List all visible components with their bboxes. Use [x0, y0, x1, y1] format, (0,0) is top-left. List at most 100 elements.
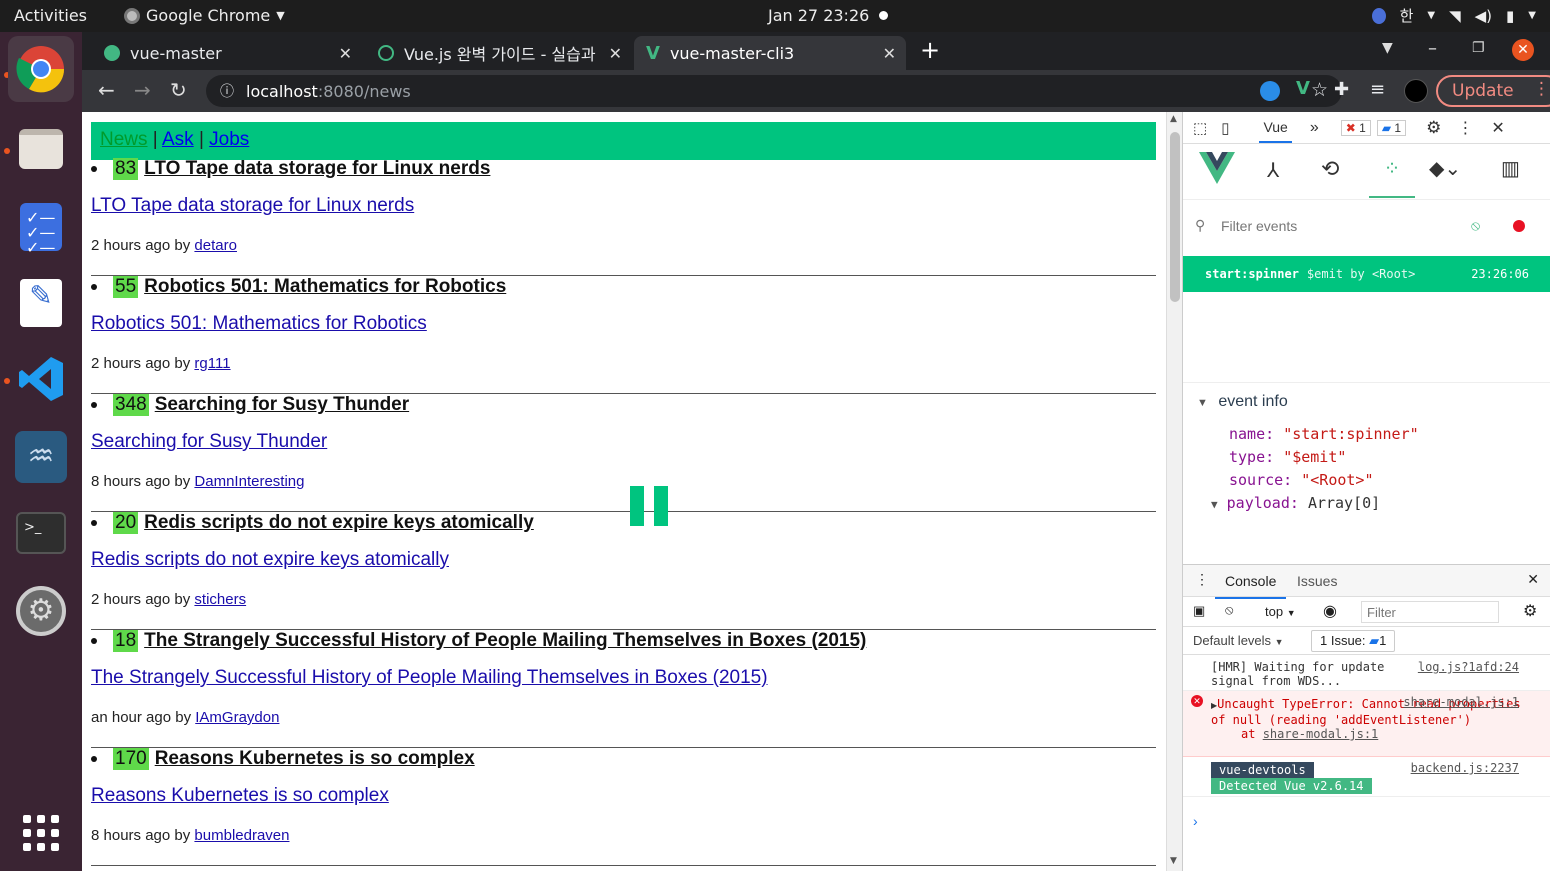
- system-tray[interactable]: 한 ▼ ◥ ◀) ▮ ▼: [1371, 5, 1536, 26]
- item-title-link[interactable]: LTO Tape data storage for Linux nerds: [144, 158, 490, 180]
- context-select[interactable]: top ▼: [1265, 604, 1296, 619]
- events-icon[interactable]: ⁘: [1369, 156, 1415, 198]
- extension-blue-icon[interactable]: [1260, 81, 1280, 101]
- scrollbar-thumb[interactable]: [1170, 132, 1180, 302]
- clear-events-icon[interactable]: ⦸: [1471, 217, 1480, 234]
- close-tab-icon[interactable]: ✕: [609, 44, 622, 63]
- inspect-element-icon[interactable]: ⬚: [1193, 119, 1207, 137]
- bookmark-star-icon[interactable]: ☆: [1311, 79, 1328, 101]
- live-expression-eye-icon[interactable]: ◉: [1323, 601, 1337, 621]
- history-icon[interactable]: ⟲: [1321, 156, 1339, 182]
- tasks-icon[interactable]: ✓— ✓— ✓—: [8, 194, 74, 260]
- components-tree-icon[interactable]: ⅄: [1267, 158, 1279, 183]
- item-user-link[interactable]: IAmGraydon: [195, 709, 279, 726]
- maximize-button[interactable]: ❐: [1472, 40, 1485, 56]
- item-link[interactable]: The Strangely Successful History of Peop…: [91, 667, 768, 689]
- performance-icon[interactable]: ▥: [1501, 156, 1520, 181]
- page-scrollbar[interactable]: ▲ ▼: [1166, 112, 1182, 871]
- settings-icon[interactable]: ⚙: [8, 578, 74, 644]
- event-info-header[interactable]: ▼ event info: [1197, 393, 1288, 411]
- forward-button[interactable]: →: [134, 78, 151, 102]
- item-title-link[interactable]: The Strangely Successful History of Peop…: [144, 630, 866, 652]
- chrome-icon[interactable]: [8, 36, 74, 102]
- item-user-link[interactable]: rg111: [194, 355, 230, 372]
- item-link[interactable]: LTO Tape data storage for Linux nerds: [91, 195, 414, 217]
- console-filter-input[interactable]: Filter: [1361, 601, 1499, 623]
- info-icon[interactable]: ⓘ: [220, 81, 234, 101]
- clear-console-icon[interactable]: ⦸: [1225, 602, 1233, 618]
- close-devtools-icon[interactable]: ✕: [1491, 118, 1504, 138]
- item-title-link[interactable]: Reasons Kubernetes is so complex: [155, 748, 475, 770]
- new-tab-button[interactable]: +: [920, 36, 940, 64]
- tab-vue-master-cli3[interactable]: V vue-master-cli3 ✕: [634, 36, 906, 70]
- item-link[interactable]: Redis scripts do not expire keys atomica…: [91, 549, 449, 571]
- message-count-badge[interactable]: ▰ 1: [1376, 119, 1407, 136]
- close-tab-icon[interactable]: ✕: [883, 44, 896, 63]
- event-row[interactable]: start:spinner $emit by <Root> 23:26:06: [1183, 256, 1550, 292]
- nav-jobs-link[interactable]: Jobs: [209, 129, 249, 150]
- tab-vue-master[interactable]: vue-master ✕: [92, 36, 362, 70]
- close-drawer-icon[interactable]: ✕: [1527, 571, 1539, 588]
- extensions-puzzle-icon[interactable]: ✚: [1334, 79, 1349, 100]
- drawer-menu-icon[interactable]: ⋮: [1195, 571, 1209, 588]
- clock[interactable]: Jan 27 23:26: [768, 6, 869, 25]
- item-link[interactable]: Searching for Susy Thunder: [91, 431, 327, 453]
- item-title-link[interactable]: Searching for Susy Thunder: [155, 394, 409, 416]
- kebab-menu-icon[interactable]: ⋮: [1533, 79, 1550, 99]
- event-filter[interactable]: ⚲ Filter events ⦸: [1183, 208, 1550, 244]
- tab-vue-guide[interactable]: Vue.js 완벽 가이드 - 실습과 ✕: [366, 36, 632, 70]
- item-title-link[interactable]: Redis scripts do not expire keys atomica…: [144, 512, 534, 534]
- tab-console[interactable]: Console: [1215, 565, 1287, 599]
- item-user-link[interactable]: detaro: [194, 237, 237, 254]
- input-method[interactable]: 한: [1400, 5, 1414, 26]
- record-events-icon[interactable]: [1513, 220, 1525, 232]
- routing-icon[interactable]: ◆⌄: [1429, 156, 1461, 181]
- device-toggle-icon[interactable]: ▯: [1221, 119, 1229, 137]
- minimize-button[interactable]: –: [1428, 38, 1437, 59]
- activities-button[interactable]: Activities: [14, 6, 87, 25]
- scroll-down-icon[interactable]: ▼: [1170, 856, 1177, 866]
- info-row-payload[interactable]: ▼ payload: Array[0]: [1211, 492, 1419, 516]
- filter-events-input[interactable]: Filter events: [1221, 218, 1297, 234]
- back-button[interactable]: ←: [98, 78, 115, 102]
- more-tabs-icon[interactable]: »: [1310, 119, 1319, 137]
- tab-issues[interactable]: Issues: [1297, 573, 1337, 589]
- error-stack-link[interactable]: share-modal.js:1: [1263, 727, 1379, 741]
- terminal-icon[interactable]: >_: [8, 500, 74, 566]
- update-button[interactable]: Update ⋮: [1436, 75, 1550, 107]
- vscode-icon[interactable]: [8, 346, 74, 412]
- error-count-badge[interactable]: ✖ 1: [1340, 119, 1371, 136]
- profile-avatar[interactable]: [1404, 79, 1428, 103]
- close-window-button[interactable]: ✕: [1512, 39, 1534, 61]
- tab-search-icon[interactable]: ▼: [1382, 40, 1393, 56]
- files-icon[interactable]: [8, 116, 74, 182]
- error-source-link[interactable]: share-modal.js:1: [1403, 695, 1519, 709]
- console-settings-icon[interactable]: ⚙: [1523, 601, 1537, 621]
- settings-gear-icon[interactable]: ⚙: [1426, 118, 1441, 138]
- log-levels-select[interactable]: Default levels ▼: [1193, 633, 1284, 648]
- close-tab-icon[interactable]: ✕: [339, 44, 352, 63]
- mysql-workbench-icon[interactable]: ♒: [8, 424, 74, 490]
- tab-vue[interactable]: Vue: [1259, 113, 1292, 143]
- vue-devtools-extension-icon[interactable]: V: [1296, 78, 1310, 99]
- item-user-link[interactable]: stichers: [194, 591, 246, 608]
- text-editor-icon[interactable]: ✎: [8, 270, 74, 336]
- item-link[interactable]: Robotics 501: Mathematics for Robotics: [91, 313, 427, 335]
- scroll-up-icon[interactable]: ▲: [1170, 114, 1177, 124]
- devtools-kebab-icon[interactable]: ⋮: [1457, 118, 1473, 138]
- item-user-link[interactable]: DamnInteresting: [194, 473, 304, 490]
- nav-news-link[interactable]: News: [100, 129, 148, 150]
- reading-list-icon[interactable]: ≡: [1370, 79, 1385, 100]
- sidebar-toggle-icon[interactable]: ▣: [1193, 603, 1205, 619]
- item-link[interactable]: Reasons Kubernetes is so complex: [91, 785, 389, 807]
- address-bar[interactable]: ⓘ localhost:8080/news ☆: [206, 75, 1342, 107]
- log-source-link[interactable]: backend.js:2237: [1411, 761, 1519, 775]
- show-apps-icon[interactable]: [8, 800, 74, 866]
- reload-button[interactable]: ↻: [170, 78, 187, 102]
- console-prompt-icon[interactable]: ›: [1193, 813, 1198, 829]
- issues-button[interactable]: 1 Issue: ▰1: [1311, 630, 1396, 652]
- nav-ask-link[interactable]: Ask: [162, 129, 194, 150]
- app-menu[interactable]: Google Chrome ▼: [124, 6, 285, 25]
- log-source-link[interactable]: log.js?1afd:24: [1418, 660, 1519, 674]
- item-title-link[interactable]: Robotics 501: Mathematics for Robotics: [144, 276, 506, 298]
